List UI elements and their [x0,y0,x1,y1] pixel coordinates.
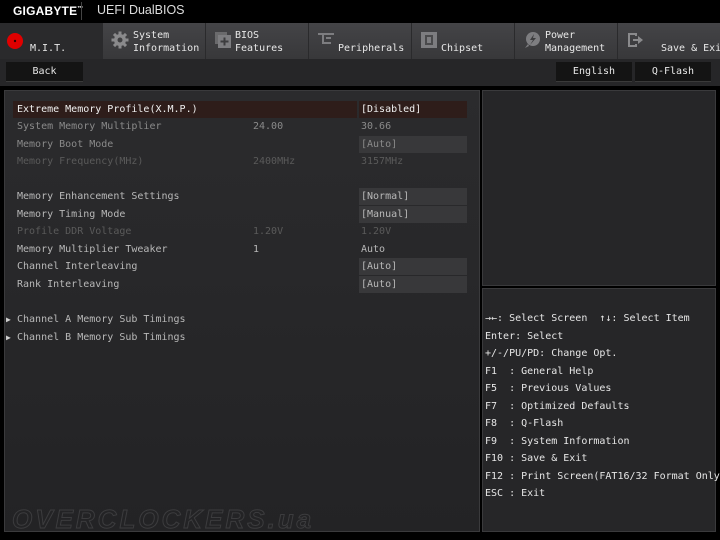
setting-row-system-memory-multiplier: System Memory Multiplier 24.00 30.66 [5,118,481,135]
brand-divider [81,2,82,20]
mit-red-dot-icon [7,33,23,49]
setting-value: 30.66 [361,121,392,132]
setting-value[interactable]: [Auto] [359,276,467,293]
gear-icon [111,31,129,49]
tab-power-management[interactable]: Power Management [515,23,618,59]
tab-peripherals[interactable]: Peripherals [309,23,412,59]
tab-chipset[interactable]: Chipset [412,23,515,59]
setting-label: Rank Interleaving [17,279,120,290]
settings-panel: Extreme Memory Profile(X.M.P.) [Disabled… [4,90,480,532]
expand-arrow-icon: ▶ [6,315,11,324]
setting-row-memory-multiplier-tweaker[interactable]: Memory Multiplier Tweaker 1 Auto [5,241,481,258]
setting-label: Extreme Memory Profile(X.M.P.) [17,104,198,115]
setting-label: System Memory Multiplier [17,121,162,132]
tab-label-line2: Features [235,43,284,54]
bios-chip-plus-icon [215,32,231,48]
tab-label-line2: Management [545,43,606,54]
help-line: F1 : General Help [485,366,594,377]
tab-system-information[interactable]: System Information [103,23,206,59]
setting-label: Channel Interleaving [17,261,138,272]
tab-label: Chipset [441,43,484,54]
setting-row-profile-ddr-voltage: Profile DDR Voltage 1.20V 1.20V [5,223,481,240]
plug-icon [318,33,334,44]
setting-label: Memory Frequency(MHz) [17,156,144,167]
setting-label: Profile DDR Voltage [17,226,132,237]
exit-arrow-icon [628,33,643,47]
setting-label: Memory Enhancement Settings [17,191,180,202]
help-line: F8 : Q-Flash [485,418,564,429]
tab-label-line1: System [133,30,170,41]
submenu-label: Channel B Memory Sub Timings [17,332,186,343]
setting-current: 1.20V [253,226,284,237]
setting-row-memory-frequency: Memory Frequency(MHz) 2400MHz 3157MHz [5,153,481,170]
tab-label: Save & Exit [661,43,720,54]
help-line: F5 : Previous Values [485,383,612,394]
setting-current: 24.00 [253,121,284,132]
setting-label: Memory Boot Mode [17,139,114,150]
item-help-panel [482,90,716,286]
back-button[interactable]: Back [6,62,83,82]
product-title: UEFI DualBIOS [97,3,185,17]
watermark: OVERCLOCKERS.ua [11,504,315,535]
toolbar: Back English Q-Flash [0,59,720,86]
setting-label: Memory Multiplier Tweaker [17,244,168,255]
setting-value[interactable]: Auto [359,241,467,258]
language-button[interactable]: English [556,62,632,82]
setting-row-rank-interleaving[interactable]: Rank Interleaving [Auto] [5,276,481,293]
tab-label-line2: Information [133,43,200,54]
help-line: F12 : Print Screen(FAT16/32 Format Only) [485,471,720,482]
expand-arrow-icon: ▶ [6,333,11,342]
setting-value: 1.20V [361,226,392,237]
brand-logo: GIGABYTE™ [13,4,83,18]
setting-row-memory-enhancement[interactable]: Memory Enhancement Settings [Normal] [5,188,481,205]
setting-value[interactable]: [Manual] [359,206,467,223]
setting-row-memory-boot-mode[interactable]: Memory Boot Mode [Auto] [5,136,481,153]
lightning-icon [525,32,540,48]
tab-save-exit[interactable]: Save & Exit [618,23,720,59]
key-help-panel: →←: Select Screen ↑↓: Select Item Enter:… [482,288,720,532]
chipset-icon [421,32,437,48]
submenu-channel-a-sub-timings[interactable]: ▶ Channel A Memory Sub Timings [5,311,481,328]
tab-label: Peripherals [338,43,405,54]
setting-label: Memory Timing Mode [17,209,126,220]
tab-bios-features[interactable]: BIOS Features [206,23,309,59]
setting-value[interactable]: [Auto] [359,258,467,275]
help-line: F10 : Save & Exit [485,453,588,464]
setting-value[interactable]: [Normal] [359,188,467,205]
setting-value[interactable]: [Disabled] [359,101,467,118]
setting-value[interactable]: [Auto] [359,136,467,153]
top-bar: GIGABYTE™ UEFI DualBIOS [0,0,720,23]
tab-mit[interactable]: M.I.T. [0,23,103,59]
setting-row-channel-interleaving[interactable]: Channel Interleaving [Auto] [5,258,481,275]
main-tabs: M.I.T. System Information BIOS Features … [0,23,720,59]
setting-row-xmp[interactable]: Extreme Memory Profile(X.M.P.) [Disabled… [5,101,481,118]
tab-label-line1: BIOS [235,30,260,41]
help-line: F9 : System Information [485,436,630,447]
submenu-channel-b-sub-timings[interactable]: ▶ Channel B Memory Sub Timings [5,329,481,346]
setting-current: 1 [253,244,260,255]
setting-current: 2400MHz [253,156,296,167]
submenu-label: Channel A Memory Sub Timings [17,314,186,325]
tab-label: M.I.T. [30,43,67,54]
qflash-button[interactable]: Q-Flash [635,62,711,82]
help-line: +/-/PU/PD: Change Opt. [485,348,618,359]
help-line: Enter: Select [485,331,564,342]
setting-row-memory-timing-mode[interactable]: Memory Timing Mode [Manual] [5,206,481,223]
help-line: F7 : Optimized Defaults [485,401,630,412]
help-line: ESC : Exit [485,488,546,499]
help-line: →←: Select Screen ↑↓: Select Item [485,313,690,324]
tab-label-line1: Power [545,30,576,41]
setting-value: 3157MHz [361,156,404,167]
